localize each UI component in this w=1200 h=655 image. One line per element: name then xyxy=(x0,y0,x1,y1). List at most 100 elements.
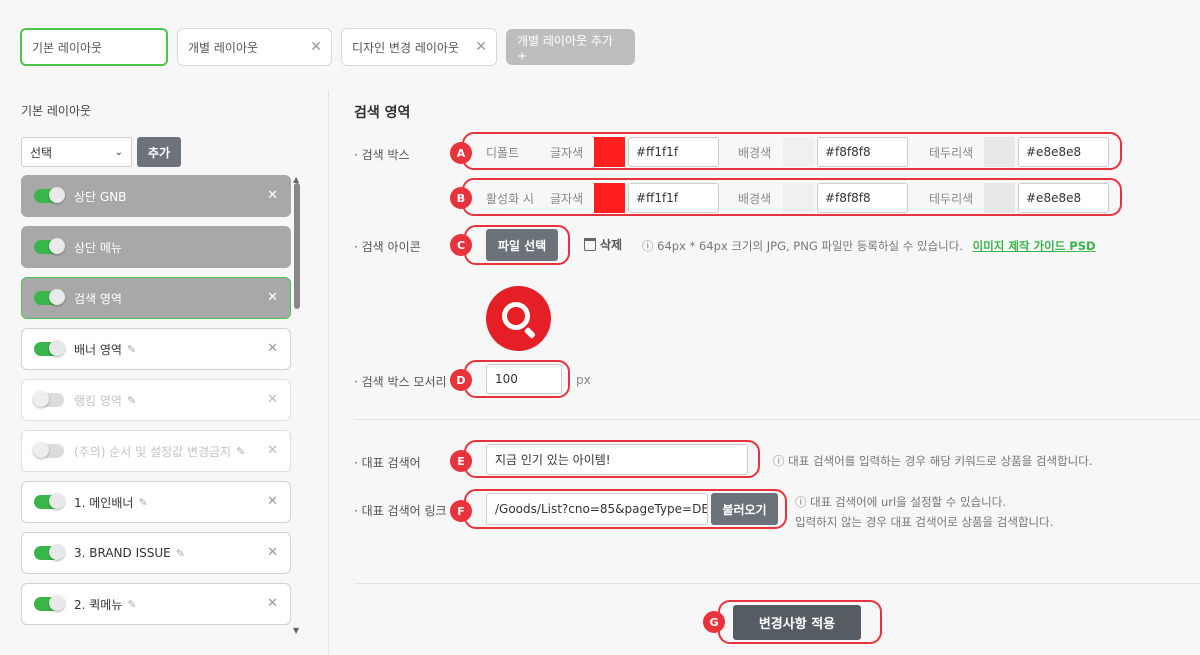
divider xyxy=(354,583,1200,584)
bg-color-label: 배경색 xyxy=(738,191,772,206)
delete-button[interactable]: 삭제 xyxy=(584,236,622,253)
toggle-switch[interactable] xyxy=(33,442,64,458)
search-icon-preview xyxy=(486,286,551,351)
bg-color-label: 배경색 xyxy=(738,145,772,160)
bg-color-input[interactable]: #f8f8f8 xyxy=(817,137,908,167)
item-label: 상단 GNB xyxy=(74,189,127,204)
icon-info-text: ⓘ 64px * 64px 크기의 JPG, PNG 파일만 등록하실 수 있습… xyxy=(642,238,1096,254)
list-item[interactable]: (주의) 순서 및 설정값 변경금지 ✎ ✕ xyxy=(21,430,291,472)
tab-individual-layout[interactable]: 개별 레이아웃 ✕ xyxy=(177,28,332,66)
toggle-switch[interactable] xyxy=(34,493,65,509)
close-icon[interactable]: ✕ xyxy=(267,341,278,356)
close-icon[interactable]: ✕ xyxy=(475,39,487,55)
list-item[interactable]: 2. 퀵메뉴 ✎ ✕ xyxy=(21,583,291,625)
close-icon[interactable]: ✕ xyxy=(267,188,278,203)
file-select-button[interactable]: 파일 선택 xyxy=(486,229,558,261)
radius-input[interactable]: 100 xyxy=(486,364,562,394)
close-icon[interactable]: ✕ xyxy=(310,39,322,55)
icon-info: ⓘ 64px * 64px 크기의 JPG, PNG 파일만 등록하실 수 있습… xyxy=(642,239,963,253)
toggle-switch[interactable] xyxy=(34,289,65,305)
toggle-switch[interactable] xyxy=(34,187,65,203)
apply-changes-button[interactable]: 변경사항 적용 xyxy=(733,605,861,640)
list-item[interactable]: 상단 GNB ✕ xyxy=(21,175,291,217)
keyword-label: · 대표 검색어 xyxy=(354,456,421,470)
pencil-icon[interactable]: ✎ xyxy=(176,547,185,560)
chevron-down-icon: ⌄ xyxy=(114,146,123,158)
toggle-switch[interactable] xyxy=(34,238,65,254)
list-item[interactable]: 3. BRAND ISSUE ✎ ✕ xyxy=(21,532,291,574)
keyword-link-label: · 대표 검색어 링크 xyxy=(354,504,447,518)
text-color-swatch[interactable] xyxy=(594,137,625,167)
border-color-input[interactable]: #e8e8e8 xyxy=(1018,183,1109,213)
text-color-swatch[interactable] xyxy=(594,183,625,213)
bg-color-swatch[interactable] xyxy=(783,137,814,167)
select-value: 선택 xyxy=(30,145,53,160)
item-label: 3. BRAND ISSUE xyxy=(74,546,171,560)
close-icon[interactable]: ✕ xyxy=(267,494,278,509)
scroll-down-icon[interactable]: ▼ xyxy=(293,626,299,635)
add-block-button[interactable]: 추가 xyxy=(137,137,181,167)
border-color-label: 테두리색 xyxy=(929,191,974,206)
search-box-radius-label: · 검색 박스 모서리 xyxy=(354,375,447,389)
pencil-icon[interactable]: ✎ xyxy=(138,496,147,509)
pencil-icon[interactable]: ✎ xyxy=(236,445,245,458)
badge-g: G xyxy=(703,611,725,633)
state-label: 디폴트 xyxy=(486,145,520,160)
list-item[interactable]: 검색 영역 ✕ xyxy=(21,277,291,319)
search-icon-label: · 검색 아이콘 xyxy=(354,240,421,254)
search-box-label: · 검색 박스 xyxy=(354,148,410,162)
state-label: 활성화 시 xyxy=(486,191,534,206)
border-color-label: 테두리색 xyxy=(929,145,974,160)
badge-a: A xyxy=(450,142,472,164)
toggle-switch[interactable] xyxy=(34,544,65,560)
list-item[interactable]: 1. 메인배너 ✎ ✕ xyxy=(21,481,291,523)
close-icon[interactable]: ✕ xyxy=(267,392,278,407)
block-select[interactable]: 선택 ⌄ xyxy=(21,137,132,167)
keyword-input[interactable]: 지금 인기 있는 아이템! xyxy=(486,444,748,475)
item-label: 랭킹 영역 xyxy=(74,393,122,408)
text-color-label: 글자색 xyxy=(550,191,584,206)
border-color-swatch[interactable] xyxy=(984,137,1015,167)
tab-basic-layout[interactable]: 기본 레이아웃 xyxy=(20,28,168,66)
text-color-input[interactable]: #ff1f1f xyxy=(628,137,719,167)
keyword-link-input[interactable]: /Goods/List?cno=85&pageType=DEF xyxy=(486,493,708,525)
pencil-icon[interactable]: ✎ xyxy=(127,598,136,611)
border-color-input[interactable]: #e8e8e8 xyxy=(1018,137,1109,167)
load-button[interactable]: 불러오기 xyxy=(711,493,778,525)
tab-design-change-layout[interactable]: 디자인 변경 레이아웃 ✕ xyxy=(341,28,497,66)
guide-link[interactable]: 이미지 제작 가이드 PSD xyxy=(973,239,1096,253)
list-item[interactable]: 상단 메뉴 xyxy=(21,226,291,268)
close-icon[interactable]: ✕ xyxy=(267,443,278,458)
pencil-icon[interactable]: ✎ xyxy=(127,343,136,356)
list-item[interactable]: 랭킹 영역 ✎ ✕ xyxy=(21,379,291,421)
border-color-swatch[interactable] xyxy=(984,183,1015,213)
scrollbar[interactable]: ▲ ▼ xyxy=(292,175,302,635)
tab-label: 기본 레이아웃 xyxy=(32,40,103,55)
close-icon[interactable]: ✕ xyxy=(267,545,278,560)
pencil-icon[interactable]: ✎ xyxy=(127,394,136,407)
layout-sidebar: 기본 레이아웃 선택 ⌄ 추가 상단 GNB ✕ 상단 메뉴 검색 영역 ✕ 배… xyxy=(0,90,329,655)
add-tab-label: 개별 레이아웃 추가 + xyxy=(517,33,613,63)
bg-color-swatch[interactable] xyxy=(783,183,814,213)
text-color-input[interactable]: #ff1f1f xyxy=(628,183,719,213)
close-icon[interactable]: ✕ xyxy=(267,596,278,611)
close-icon[interactable]: ✕ xyxy=(267,290,278,305)
badge-c: C xyxy=(450,234,472,256)
keyword-link-info-2: 입력하지 않는 경우 대표 검색어로 상품을 검색합니다. xyxy=(795,515,1054,529)
item-label: 상단 메뉴 xyxy=(74,240,122,255)
item-label: (주의) 순서 및 설정값 변경금지 xyxy=(74,444,232,459)
trash-icon xyxy=(584,238,596,251)
section-title: 검색 영역 xyxy=(354,105,411,121)
add-layout-tab-button[interactable]: 개별 레이아웃 추가 + xyxy=(506,29,635,65)
scrollbar-thumb[interactable] xyxy=(294,183,300,309)
bg-color-input[interactable]: #f8f8f8 xyxy=(817,183,908,213)
toggle-switch[interactable] xyxy=(34,340,65,356)
badge-f: F xyxy=(450,500,472,522)
block-list: 상단 GNB ✕ 상단 메뉴 검색 영역 ✕ 배너 영역 ✎ ✕ 랭킹 영역 ✎… xyxy=(21,175,291,634)
list-item[interactable]: 배너 영역 ✎ ✕ xyxy=(21,328,291,370)
tab-label: 디자인 변경 레이아웃 xyxy=(352,40,459,55)
tab-label: 개별 레이아웃 xyxy=(188,40,259,55)
toggle-switch[interactable] xyxy=(33,391,64,407)
badge-e: E xyxy=(450,450,472,472)
toggle-switch[interactable] xyxy=(34,595,65,611)
